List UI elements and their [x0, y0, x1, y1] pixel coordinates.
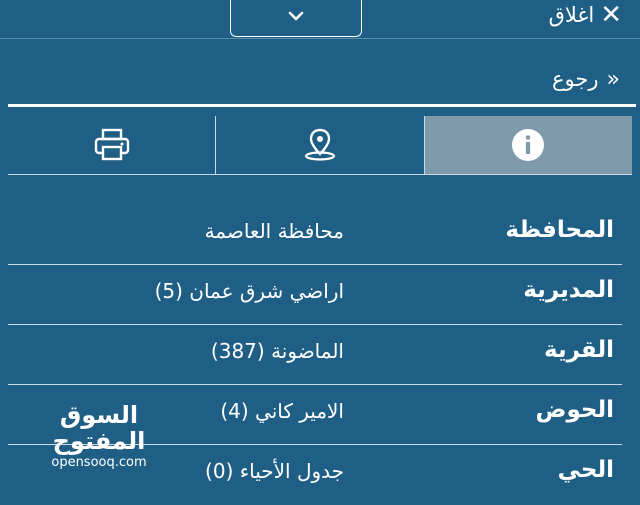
table-row: القرية الماضونة (387): [0, 325, 640, 385]
back-label: رجوع: [552, 67, 599, 91]
close-icon: ✕: [600, 0, 622, 30]
row-key: المحافظة: [505, 217, 614, 243]
chevron-down-icon: [288, 11, 304, 20]
row-value: جدول الأحياء (0): [205, 459, 344, 483]
watermark-latin: opensooq.com: [51, 454, 147, 470]
row-key: المديرية: [523, 277, 614, 303]
map-pin-icon: [304, 128, 336, 161]
row-value: اراضي شرق عمان (5): [154, 279, 344, 303]
row-value: محافظة العاصمة: [204, 219, 344, 243]
info-icon: [512, 129, 545, 161]
row-value: الماضونة (387): [210, 339, 344, 363]
table-row: المديرية اراضي شرق عمان (5): [0, 265, 640, 325]
tab-print[interactable]: [8, 116, 217, 174]
top-bar: ✕ اغلاق: [0, 0, 640, 39]
watermark: السوق المفتوح opensooq.com: [24, 402, 174, 470]
tab-bar: [8, 116, 632, 174]
printer-icon: [94, 128, 129, 161]
tab-divider: [8, 174, 632, 175]
row-key: القرية: [544, 337, 614, 363]
tab-info[interactable]: [424, 116, 632, 174]
watermark-arabic: السوق المفتوح: [52, 401, 146, 456]
row-value: الامير كاني (4): [220, 399, 344, 423]
back-button[interactable]: « رجوع: [552, 64, 620, 94]
close-label: اغلاق: [548, 3, 595, 27]
row-key: الحوض: [535, 397, 614, 423]
divider: [8, 104, 636, 107]
double-chevron-icon: «: [606, 66, 620, 92]
table-row: المحافظة محافظة العاصمة: [0, 205, 640, 265]
tab-location[interactable]: [216, 116, 425, 174]
close-button[interactable]: ✕ اغلاق: [549, 0, 622, 30]
row-key: الحي: [557, 457, 614, 483]
dropdown-button[interactable]: [230, 0, 362, 37]
